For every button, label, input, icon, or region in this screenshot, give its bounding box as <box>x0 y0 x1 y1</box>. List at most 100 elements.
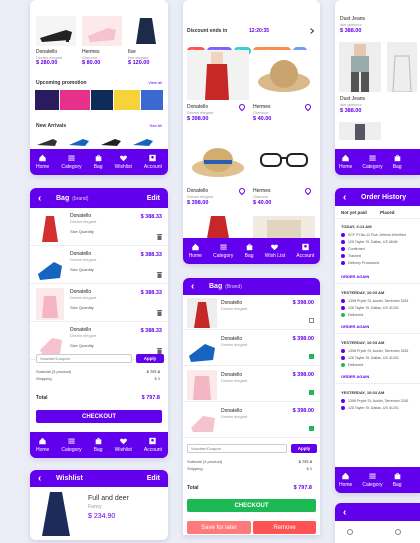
qty-label[interactable]: Quantity <box>79 267 94 272</box>
nav-bag[interactable]: Bag <box>393 472 402 488</box>
bag-item[interactable]: Donatello Dream elegant $ 398.00 <box>183 332 320 366</box>
item-sub: Dream elegant <box>70 333 97 338</box>
remove-button[interactable]: Remove <box>253 521 316 534</box>
nav-account[interactable]: Account <box>144 154 162 170</box>
nav-category[interactable]: Category <box>61 154 82 170</box>
nav-home[interactable]: Home <box>339 472 352 488</box>
nav-wishlist[interactable]: Wishlist <box>115 437 132 453</box>
back-arrow-icon[interactable]: ‹ <box>343 507 353 518</box>
size-label[interactable]: Size <box>70 229 78 234</box>
app-bar: ‹ Bag (brand) Edit <box>30 188 168 208</box>
location-icon <box>341 306 345 310</box>
heart-icon[interactable] <box>303 186 313 196</box>
nav-account[interactable]: Account <box>296 243 314 259</box>
trash-icon[interactable] <box>157 234 162 240</box>
trash-icon[interactable] <box>157 272 162 278</box>
nav-category[interactable]: Category <box>362 154 383 170</box>
see-all-link[interactable]: See All <box>150 123 162 128</box>
product-card[interactable]: Hermes Glamour $ 40.00 <box>253 50 315 130</box>
heart-icon <box>119 155 127 162</box>
nav-bag[interactable]: Bag <box>393 154 402 170</box>
new-arrivals-row[interactable] <box>35 135 163 147</box>
nav-wishlist[interactable]: Wish List <box>265 243 285 259</box>
coupon-input[interactable] <box>36 354 132 363</box>
nav-label: Category <box>61 447 82 453</box>
checkout-button[interactable]: CHECKOUT <box>187 499 316 512</box>
nav-category[interactable]: Category <box>213 243 233 259</box>
nav-account[interactable]: Account <box>144 437 162 453</box>
nav-category[interactable]: Category <box>61 437 82 453</box>
back-arrow-icon[interactable]: ‹ <box>38 193 48 204</box>
nav-label: Account <box>143 164 162 170</box>
order-date: YESTERDAY, 10:03 AM <box>341 290 385 295</box>
product-card[interactable]: Hermes Glamour $ 40.00 <box>253 134 315 214</box>
size-label[interactable]: Size <box>70 305 78 310</box>
product-price: $ 388.00 <box>340 108 362 114</box>
heart-icon[interactable] <box>237 102 247 112</box>
order-again-link[interactable]: ORDER AGAIN <box>341 374 369 379</box>
order-again-link[interactable]: ORDER AGAIN <box>341 324 369 329</box>
nav-home[interactable]: Home <box>36 154 49 170</box>
qty-label[interactable]: Quantity <box>79 343 94 348</box>
order-date: YESTERDAY, 10:03 AM <box>341 390 385 395</box>
nav-category[interactable]: Category <box>362 472 383 488</box>
bag-item[interactable]: Donatello Dream elegant Size Quantity $ 38… <box>30 210 168 246</box>
product-card[interactable]: Hermes Glamour $ 80.00 <box>82 16 122 68</box>
nav-home[interactable]: Home <box>189 243 202 259</box>
apply-button[interactable]: Apply <box>291 444 317 453</box>
heart-icon[interactable] <box>303 102 313 112</box>
products-screen-right: Dust Jeans Ilse glamour $ 388.00 Dust Je… <box>335 0 420 175</box>
bag-item[interactable]: Donatello Dream elegant $ 398.00 <box>183 404 320 438</box>
product-card[interactable]: Donatello Dream elegant $ 398.00 <box>187 50 249 130</box>
trash-icon[interactable] <box>157 310 162 316</box>
nav-wishlist[interactable]: Wishlist <box>115 154 132 170</box>
apply-button[interactable]: Apply <box>136 354 164 363</box>
back-arrow-icon[interactable]: ‹ <box>191 281 201 292</box>
size-label[interactable]: Size <box>70 267 78 272</box>
qty-label[interactable]: Quantity <box>79 229 94 234</box>
view-all-link[interactable]: View all <box>148 80 162 85</box>
bottom-nav: Home Category Bag Wishlist Account <box>30 432 168 458</box>
edit-button[interactable]: Edit <box>147 475 160 482</box>
bag-item[interactable]: Donatello Dream elegant $ 398.00 <box>183 368 320 402</box>
bag-item[interactable]: Donatello Dream elegant $ 398.00 <box>183 296 320 330</box>
save-for-later-button[interactable]: Save for later <box>187 521 251 534</box>
edit-button[interactable]: Edit <box>147 195 160 202</box>
order-again-link[interactable]: ORDER AGAIN <box>341 274 369 279</box>
order-line: 128 Tayler St. Dallas, US 41201 <box>341 306 416 310</box>
tab-not-yet-paid[interactable]: Not yet paid <box>341 210 367 215</box>
nav-home[interactable]: Home <box>339 154 352 170</box>
product-price: $ 398.00 <box>187 116 209 122</box>
tab-placed[interactable]: Placed <box>380 210 395 215</box>
page-subtitle: (brand) <box>72 195 89 202</box>
heart-icon[interactable] <box>237 186 247 196</box>
location-icon <box>341 233 345 237</box>
qty-label[interactable]: Quantity <box>79 305 94 310</box>
back-arrow-icon[interactable]: ‹ <box>38 473 48 484</box>
checkbox[interactable] <box>309 390 314 395</box>
nav-home[interactable]: Home <box>36 437 49 453</box>
coupon-input[interactable] <box>187 444 287 453</box>
checkbox[interactable] <box>309 354 314 359</box>
radio-option[interactable] <box>347 529 353 535</box>
chevron-right-icon[interactable] <box>310 28 314 34</box>
product-card[interactable]: Donatello Dream elegant $ 398.00 <box>187 134 249 214</box>
bag-screen-left: ‹ Bag (brand) Edit Donatello Dream elegant… <box>30 188 168 458</box>
checkbox[interactable] <box>309 318 314 323</box>
size-label[interactable]: Size <box>70 343 78 348</box>
bag-item[interactable]: Donatello Dream elegant Size Quantity $ 38… <box>30 248 168 284</box>
product-card[interactable]: Ilse Ilse elegant $ 120.00 <box>128 16 164 68</box>
nav-label: Category <box>61 164 82 170</box>
product-price: $ 120.00 <box>128 60 150 66</box>
bag-item[interactable]: Donatello Dream elegant Size Quantity $ 38… <box>30 286 168 322</box>
nav-bag[interactable]: Bag <box>94 437 103 453</box>
checkout-button[interactable]: CHECKOUT <box>36 410 162 423</box>
back-arrow-icon[interactable]: ‹ <box>343 192 353 203</box>
product-card[interactable]: Donatello Dream elegant $ 280.00 <box>36 16 76 68</box>
checkbox[interactable] <box>309 426 314 431</box>
promotion-banner[interactable] <box>35 90 163 110</box>
radio-option[interactable] <box>395 529 401 535</box>
nav-bag[interactable]: Bag <box>94 154 103 170</box>
bottom-nav: Home Category Bag <box>335 467 420 493</box>
nav-bag[interactable]: Bag <box>245 243 254 259</box>
